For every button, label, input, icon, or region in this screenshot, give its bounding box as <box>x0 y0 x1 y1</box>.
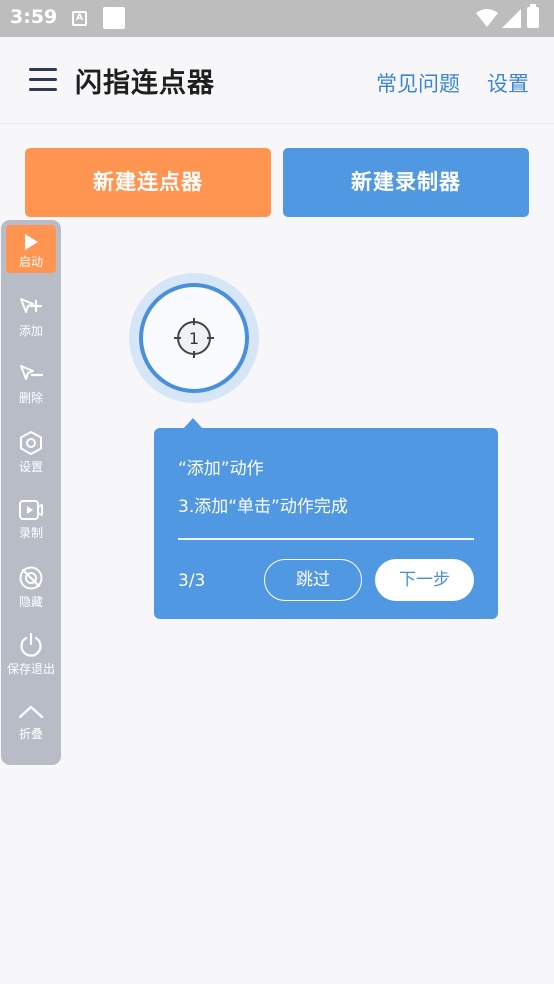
settings-link[interactable]: 设置 <box>487 68 529 98</box>
new-recorder-button[interactable]: 新建录制器 <box>283 148 529 217</box>
app-header: 闪指连点器 常见问题 设置 <box>0 37 554 124</box>
skip-button[interactable]: 跳过 <box>264 559 362 601</box>
tooltip-body: 3.添加“单击”动作完成 <box>178 497 348 517</box>
toolbar-label: 设置 <box>18 460 43 474</box>
menu-icon[interactable] <box>29 68 57 92</box>
video-record-icon <box>19 500 43 520</box>
status-bar: 3:59 A <box>0 0 554 37</box>
toolbar-label: 添加 <box>18 324 43 338</box>
hexagon-settings-icon <box>20 431 42 455</box>
play-icon <box>25 234 38 250</box>
tooltip-title: “添加”动作 <box>178 459 264 479</box>
toolbar-hide-button[interactable]: 隐藏 <box>1 565 61 610</box>
toolbar-label: 折叠 <box>18 727 43 741</box>
notification-a-icon: A <box>72 11 87 26</box>
floating-toolbar: 启动 添加 删除 设置 录制 隐藏 保存退出 折叠 <box>1 220 61 765</box>
notification-square-icon <box>103 7 125 29</box>
battery-icon <box>527 4 539 28</box>
toolbar-collapse-button[interactable]: 折叠 <box>1 701 61 742</box>
toolbar-label: 保存退出 <box>6 662 55 676</box>
tooltip-step-counter: 3/3 <box>178 571 206 591</box>
cursor-minus-icon <box>20 365 44 380</box>
wifi-icon <box>476 9 498 27</box>
tooltip-divider <box>178 538 474 540</box>
toolbar-record-button[interactable]: 录制 <box>1 498 61 541</box>
faq-link[interactable]: 常见问题 <box>376 68 460 98</box>
tooltip-arrow <box>183 418 203 429</box>
app-title: 闪指连点器 <box>75 68 215 99</box>
guide-tooltip: “添加”动作 3.添加“单击”动作完成 3/3 跳过 下一步 <box>154 418 498 619</box>
toolbar-label: 隐藏 <box>18 595 43 609</box>
toolbar-settings-button[interactable]: 设置 <box>1 430 61 475</box>
click-point-number: 1 <box>189 329 199 348</box>
next-step-button[interactable]: 下一步 <box>375 559 474 601</box>
power-icon <box>20 632 42 657</box>
cursor-plus-icon <box>20 298 43 313</box>
toolbar-add-button[interactable]: 添加 <box>1 296 61 339</box>
click-point-target[interactable]: 1 <box>129 273 259 403</box>
toolbar-delete-button[interactable]: 删除 <box>1 363 61 406</box>
new-clicker-button[interactable]: 新建连点器 <box>25 148 271 217</box>
chevron-up-icon <box>18 705 44 719</box>
toolbar-start-button[interactable]: 启动 <box>6 225 56 273</box>
signal-icon <box>502 9 521 28</box>
toolbar-label: 录制 <box>18 526 43 540</box>
status-time: 3:59 <box>10 6 58 28</box>
toolbar-label: 启动 <box>18 255 43 269</box>
toolbar-save-exit-button[interactable]: 保存退出 <box>1 632 61 677</box>
toolbar-label: 删除 <box>18 391 43 405</box>
crosshair-icon: 1 <box>174 318 214 358</box>
hide-icon <box>19 566 43 590</box>
